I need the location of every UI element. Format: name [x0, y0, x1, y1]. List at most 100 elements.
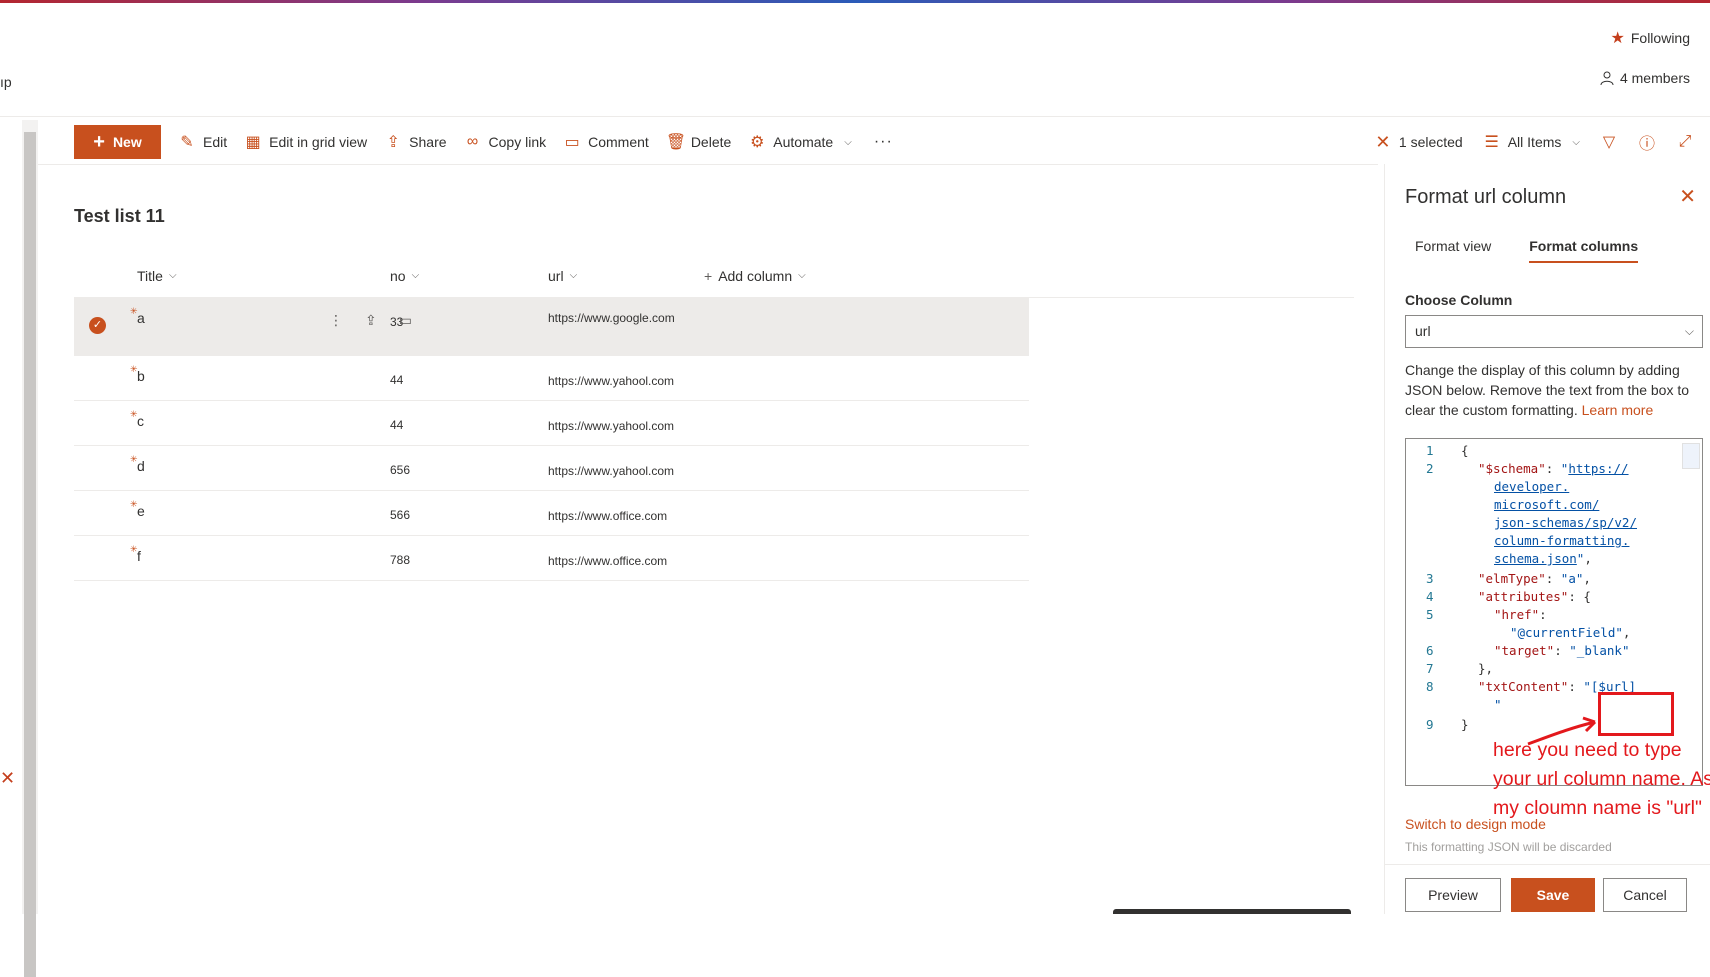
close-icon[interactable]: ✕ [1679, 184, 1696, 209]
more-label: ··· [873, 133, 893, 150]
code-line: "@currentField", [1510, 625, 1631, 640]
table-row[interactable]: ✳ d 656 https://www.yahool.com [74, 446, 1029, 491]
save-button[interactable]: Save [1511, 878, 1595, 912]
left-scrollbar[interactable] [22, 120, 38, 977]
cell-title[interactable]: ✳ b [74, 356, 390, 400]
cancel-button[interactable]: Cancel [1603, 878, 1687, 912]
table-row[interactable]: ✳ e 566 https://www.office.com [74, 491, 1029, 536]
column-header-no[interactable]: no ⌵ [390, 268, 548, 284]
cell-no: 566 [390, 508, 411, 522]
star-icon: ★ [1610, 30, 1625, 47]
filter-button[interactable]: ▽ [1600, 125, 1618, 159]
cell-title[interactable]: ✳ d [74, 446, 390, 490]
line-number: 8 [1426, 679, 1434, 694]
annotation-text: here you need to type your url column na… [1493, 739, 1710, 819]
code-line: json-schemas/sp/v2/ [1494, 515, 1637, 530]
new-item-icon: ✳ [130, 364, 138, 374]
command-bar-right: ✕ 1 selected ☰ All Items ⌵ ▽ ⓘ ⤢ [1354, 124, 1694, 160]
edit-button[interactable]: ✎ Edit [178, 125, 227, 159]
table-row[interactable]: ✓ ✳ a ⋮ ⇪ ▭ 33 https://www.google.com [74, 298, 1029, 356]
code-line: "target": "_blank" [1494, 643, 1630, 658]
cell-no: 44 [390, 418, 404, 432]
title-value: b [137, 368, 145, 384]
share-icon[interactable]: ⇪ [365, 312, 377, 329]
preview-button[interactable]: Preview [1405, 878, 1501, 912]
chevron-down-icon: ⌵ [798, 270, 806, 281]
scrollbar-thumb[interactable] [24, 132, 36, 977]
cell-title[interactable]: ✳ e [74, 491, 390, 535]
comment-icon[interactable]: ▭ [399, 312, 412, 329]
table-row[interactable]: ✳ c 44 https://www.yahool.com [74, 401, 1029, 446]
members-button[interactable]: 4 members [1570, 66, 1690, 90]
column-header-title[interactable]: Title ⌵ [74, 268, 390, 284]
suite-bar-gradient [0, 0, 1710, 3]
table-row[interactable]: ✳ b 44 https://www.yahool.com [74, 356, 1029, 401]
link-icon: ∞ [466, 133, 479, 150]
command-bar-divider [38, 164, 1378, 165]
cell-no: 788 [390, 553, 411, 567]
close-icon[interactable]: ✕ [0, 768, 15, 789]
column-title-label: Title [137, 267, 163, 284]
choose-column-value: url [1415, 323, 1431, 339]
panel-footer-divider [1385, 864, 1710, 865]
column-url-label: url [548, 267, 564, 284]
copy-link-button[interactable]: ∞ Copy link [464, 125, 546, 159]
filter-icon: ▽ [1602, 134, 1616, 151]
automate-button[interactable]: ⚙ Automate ⌵ [748, 125, 852, 159]
new-item-icon: ✳ [130, 409, 138, 419]
chevron-down-icon: ⌵ [411, 270, 420, 281]
row-actions: ⋮ ⇪ ▭ [329, 312, 412, 329]
table-row[interactable]: ✳ f 788 https://www.office.com [74, 536, 1029, 581]
title-value: a [137, 310, 145, 326]
add-column-button[interactable]: + Add column ⌵ [704, 268, 806, 284]
line-number: 4 [1426, 589, 1434, 604]
tab-format-columns[interactable]: Format columns [1529, 238, 1639, 263]
code-line: }, [1478, 661, 1494, 676]
chevron-down-icon: ⌵ [569, 270, 578, 281]
following-button[interactable]: ★ Following [1570, 26, 1690, 50]
add-column-label: Add column [718, 267, 793, 284]
cell-title[interactable]: ✳ f [74, 536, 390, 580]
list-icon: ☰ [1484, 134, 1499, 151]
new-item-icon: ✳ [130, 306, 138, 316]
plus-icon: + [704, 267, 713, 284]
panel-tabs: Format view Format columns [1415, 238, 1639, 263]
code-line: developer. [1494, 479, 1570, 494]
view-label: All Items [1507, 134, 1562, 150]
panel-title: Format url column [1405, 186, 1567, 208]
code-line: "elmType": "a", [1478, 571, 1591, 586]
cell-title[interactable]: ✳ c [74, 401, 390, 445]
title-value: d [137, 458, 145, 474]
learn-more-link[interactable]: Learn more [1582, 402, 1654, 418]
more-button[interactable]: ··· [874, 125, 893, 159]
more-vertical-icon[interactable]: ⋮ [329, 312, 343, 329]
column-header-url[interactable]: url ⌵ [548, 268, 704, 284]
new-item-icon: ✳ [130, 544, 138, 554]
share-label: Share [409, 134, 447, 150]
comment-button[interactable]: ▭ Comment [563, 125, 649, 159]
line-number: 1 [1426, 443, 1434, 458]
share-button[interactable]: ⇪ Share [384, 125, 446, 159]
new-button[interactable]: + New [74, 125, 161, 159]
site-nav-cut-text: ıp [0, 74, 12, 90]
comment-label: Comment [588, 134, 649, 150]
comment-icon: ▭ [564, 134, 580, 151]
title-value: e [137, 503, 145, 519]
expand-button[interactable]: ⤢ [1676, 125, 1694, 159]
delete-button[interactable]: 🗑 Delete [666, 125, 731, 159]
cell-url: https://www.office.com [548, 509, 668, 523]
clear-selection-button[interactable]: ✕ 1 selected [1374, 125, 1462, 159]
code-line: "href": [1494, 607, 1547, 622]
info-button[interactable]: ⓘ [1638, 125, 1656, 159]
tab-format-view[interactable]: Format view [1415, 238, 1491, 263]
share-icon: ⇪ [386, 134, 400, 151]
edit-grid-button[interactable]: ▦ Edit in grid view [244, 125, 368, 159]
view-switcher[interactable]: ☰ All Items ⌵ [1483, 125, 1580, 159]
person-icon [1600, 71, 1614, 85]
line-number: 6 [1426, 643, 1434, 658]
editor-minimap[interactable] [1682, 443, 1700, 469]
code-line: column-formatting. [1494, 533, 1630, 548]
line-number: 5 [1426, 607, 1434, 622]
automate-icon: ⚙ [750, 134, 765, 151]
choose-column-dropdown[interactable]: url ⌵ [1405, 315, 1703, 348]
